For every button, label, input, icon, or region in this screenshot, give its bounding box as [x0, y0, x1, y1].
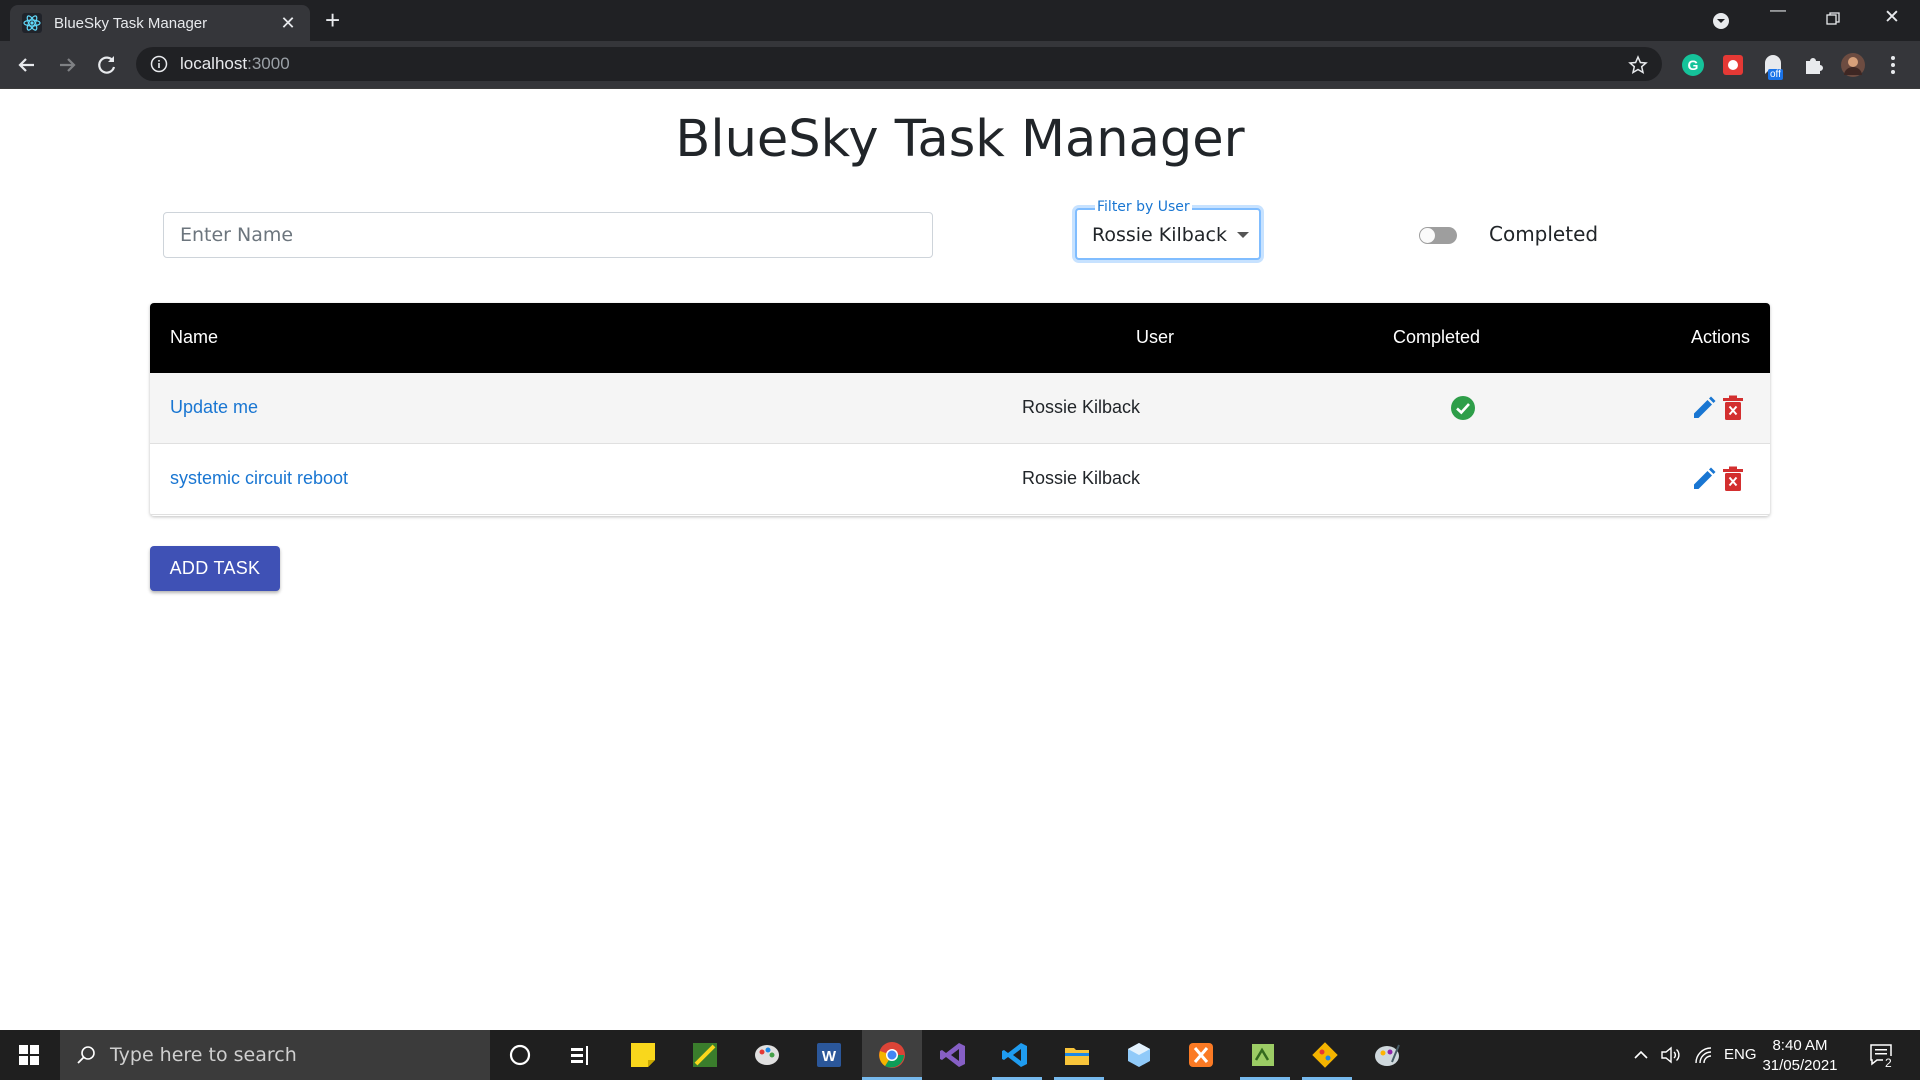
new-tab-icon[interactable]: + — [325, 7, 340, 33]
site-info-icon[interactable] — [150, 55, 168, 73]
visual-studio-icon[interactable] — [938, 1040, 968, 1070]
svg-text:G: G — [1688, 57, 1699, 73]
extension-red-icon[interactable] — [1720, 52, 1746, 78]
filter-selected-value: Rossie Kilback — [1092, 224, 1227, 246]
task-user: Rossie Kilback — [1022, 468, 1141, 488]
notepad-plus-icon[interactable] — [1248, 1040, 1278, 1070]
profile-avatar[interactable] — [1840, 52, 1866, 78]
name-input[interactable] — [163, 212, 933, 258]
react-favicon-icon — [22, 13, 42, 33]
task-name-link[interactable]: systemic circuit reboot — [170, 468, 348, 489]
forward-icon[interactable] — [54, 52, 80, 78]
virtualbox-icon[interactable] — [1124, 1040, 1154, 1070]
page-title: BlueSky Task Manager — [675, 110, 1245, 169]
filter-label: Filter by User — [1095, 199, 1192, 215]
clock-time: 8:40 AM — [1772, 1037, 1828, 1054]
task-view-icon[interactable] — [565, 1040, 595, 1070]
search-icon — [77, 1046, 95, 1064]
minimize-icon[interactable]: — — [1770, 2, 1786, 20]
search-placeholder: Type here to search — [110, 1044, 297, 1066]
header-actions: Actions — [1691, 327, 1751, 347]
toggle-knob — [1420, 228, 1435, 243]
table-header: Name User Completed Actions — [150, 303, 1770, 373]
restore-icon[interactable] — [1826, 12, 1840, 26]
url-port: :3000 — [247, 54, 290, 73]
table-row: systemic circuit reboot Rossie Kilback — [150, 444, 1770, 515]
completed-check-icon — [1451, 396, 1475, 420]
taskbar-search-box[interactable]: Type here to search — [60, 1030, 490, 1080]
edit-pencil-icon[interactable] — [1691, 466, 1717, 492]
browser-tab[interactable]: BlueSky Task Manager ✕ — [10, 5, 310, 41]
browser-menu-icon[interactable] — [1880, 52, 1906, 78]
network-wifi-icon[interactable] — [1693, 1045, 1715, 1065]
tab-close-icon[interactable]: ✕ — [278, 13, 298, 34]
close-window-icon[interactable]: ✕ — [1884, 6, 1900, 29]
completed-toggle[interactable] — [1419, 227, 1457, 244]
completed-toggle-label: Completed — [1489, 222, 1599, 246]
reload-icon[interactable] — [94, 52, 120, 78]
extension-badge: off — [1768, 69, 1783, 80]
add-task-button[interactable]: ADD TASK — [150, 546, 280, 591]
extension-off-icon[interactable]: off — [1760, 52, 1786, 80]
url-host: localhost — [180, 54, 248, 73]
browser-tab-bar: BlueSky Task Manager ✕ + — ✕ — [0, 0, 1920, 41]
tab-title: BlueSky Task Manager — [54, 14, 208, 32]
browser-toolbar: localhost:3000 G off — [0, 41, 1920, 89]
language-indicator[interactable]: ENG — [1724, 1046, 1757, 1063]
vscode-icon[interactable] — [1000, 1040, 1030, 1070]
taskbar-clock[interactable]: 8:40 AM 31/05/2021 — [1760, 1036, 1840, 1076]
task-table: Name User Completed Actions Update me Ro… — [150, 303, 1770, 516]
delete-trash-icon[interactable] — [1721, 466, 1745, 492]
address-bar[interactable]: localhost:3000 — [136, 47, 1662, 81]
paint3d-icon[interactable] — [1372, 1040, 1402, 1070]
task-name-link[interactable]: Update me — [170, 397, 258, 418]
edit-pencil-icon[interactable] — [1691, 395, 1717, 421]
word-icon[interactable]: W — [814, 1040, 844, 1070]
table-row: Update me Rossie Kilback — [150, 373, 1770, 444]
header-user: User — [1136, 327, 1175, 347]
delete-trash-icon[interactable] — [1721, 395, 1745, 421]
chrome-icon[interactable] — [877, 1040, 907, 1070]
sticky-notes-icon[interactable] — [628, 1040, 658, 1070]
back-icon[interactable] — [14, 52, 40, 78]
grammarly-extension-icon[interactable]: G — [1680, 52, 1706, 78]
extensions-puzzle-icon[interactable] — [1800, 52, 1826, 78]
file-explorer-icon[interactable] — [1062, 1040, 1092, 1070]
cortana-icon[interactable] — [505, 1040, 535, 1070]
filter-by-user-select[interactable]: Filter by User Rossie Kilback — [1075, 199, 1261, 260]
tab-search-icon[interactable] — [1712, 12, 1730, 30]
dropdown-caret-icon — [1237, 232, 1249, 238]
header-name: Name — [170, 327, 219, 347]
task-user: Rossie Kilback — [1022, 397, 1141, 417]
xampp-icon[interactable] — [1186, 1040, 1216, 1070]
notification-count-badge: 2 — [1883, 1056, 1894, 1070]
bookmark-star-icon[interactable] — [1628, 55, 1648, 75]
header-completed: Completed — [1393, 327, 1481, 347]
git-icon[interactable] — [1310, 1040, 1340, 1070]
clock-date: 31/05/2021 — [1762, 1057, 1838, 1074]
windows-start-icon[interactable] — [19, 1045, 39, 1065]
tray-overflow-chevron-icon[interactable] — [1633, 1047, 1649, 1063]
windows-taskbar: Type here to search W ENG 8:40 AM 31/05/… — [0, 1030, 1920, 1080]
volume-icon[interactable] — [1660, 1045, 1682, 1065]
snip-tool-icon[interactable] — [690, 1040, 720, 1070]
paint-icon[interactable] — [752, 1040, 782, 1070]
svg-text:W: W — [822, 1048, 837, 1065]
